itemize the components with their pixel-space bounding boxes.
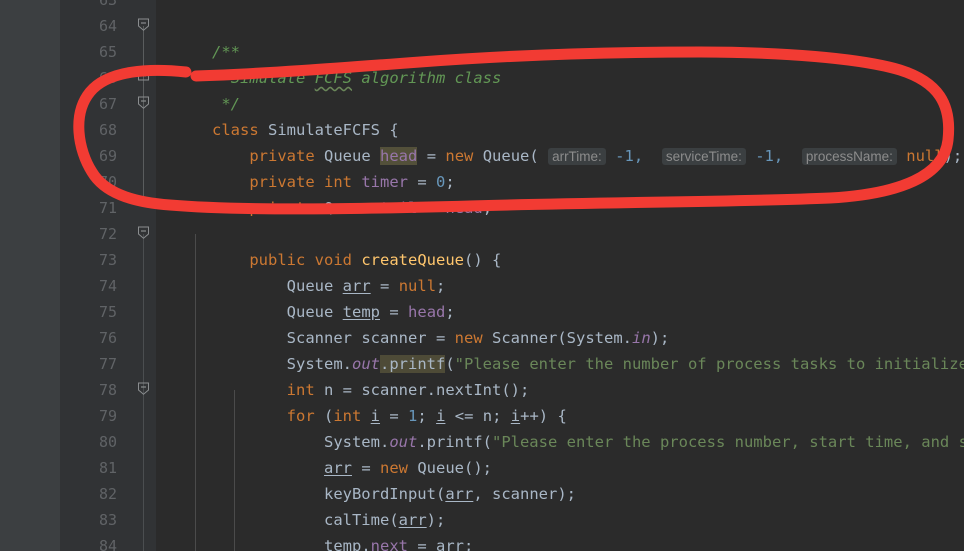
line-number: 65 bbox=[98, 43, 117, 61]
line-number: 75 bbox=[98, 303, 117, 321]
modifier-private: private bbox=[249, 199, 315, 217]
code-line-76[interactable]: System.out.printf("Please enter the numb… bbox=[156, 325, 964, 373]
code-line-83[interactable]: temp.next = arr; bbox=[156, 507, 473, 551]
vertical-scrollbar-track[interactable] bbox=[49, 0, 107, 551]
code-line-66[interactable]: */ bbox=[156, 65, 240, 113]
code-line-78[interactable]: for (int i = 1; i <= n; i++) { bbox=[156, 377, 567, 425]
line-number: 72 bbox=[98, 225, 117, 243]
line-number: 81 bbox=[98, 459, 117, 477]
param-hint-servicetime[interactable]: serviceTime: bbox=[661, 148, 746, 165]
code-line-68[interactable]: private Queue head = new Queue( arrTime:… bbox=[156, 117, 962, 165]
fold-end-icon-66[interactable] bbox=[137, 70, 150, 83]
arg-arrtime: -1, bbox=[615, 147, 644, 165]
code-line-73[interactable]: Queue arr = null; bbox=[156, 247, 446, 295]
code-line-70[interactable]: private Queue tail = head; bbox=[156, 169, 492, 217]
line-number: 70 bbox=[98, 173, 117, 191]
method-open-brace: { bbox=[492, 251, 502, 269]
line-number: 66 bbox=[98, 69, 117, 87]
line-number: 68 bbox=[98, 121, 117, 139]
code-line-81[interactable]: keyBordInput(arr, scanner); bbox=[156, 455, 576, 503]
javadoc-text-before: Simulate bbox=[230, 69, 315, 87]
fold-collapse-icon-78[interactable] bbox=[137, 382, 150, 395]
code-line-65[interactable]: *Simulate FCFS algorithm class bbox=[156, 39, 501, 87]
line-number: 71 bbox=[98, 199, 117, 217]
line-number: 79 bbox=[98, 407, 117, 425]
method-parens: () bbox=[464, 251, 483, 269]
fold-collapse-icon-72[interactable] bbox=[137, 226, 150, 239]
code-line-80[interactable]: arr = new Queue(); bbox=[156, 429, 492, 477]
code-folding-strip[interactable] bbox=[133, 0, 156, 551]
code-line-67[interactable]: class SimulateFCFS { bbox=[156, 91, 399, 139]
constructor-call-queue: Queue( bbox=[482, 147, 539, 165]
misspelled-word-fcfs[interactable]: FCFS bbox=[315, 69, 352, 87]
code-line-79[interactable]: System.out.printf("Please enter the proc… bbox=[156, 403, 964, 451]
line-number: 76 bbox=[98, 329, 117, 347]
line-number: 73 bbox=[98, 251, 117, 269]
arg-processname: null bbox=[906, 147, 944, 165]
line-number: 77 bbox=[98, 355, 117, 373]
assign-operator: = bbox=[426, 199, 437, 217]
stmt-close-68: ); bbox=[943, 147, 963, 165]
code-line-64[interactable]: /** bbox=[156, 13, 240, 61]
line-number: 84 bbox=[98, 537, 117, 551]
code-line-84[interactable]: temp = arr; bbox=[156, 533, 427, 551]
line-number: 83 bbox=[98, 511, 117, 529]
param-hint-processname[interactable]: processName: bbox=[801, 148, 897, 165]
line-number: 74 bbox=[98, 277, 117, 295]
code-line-82[interactable]: calTime(arr); bbox=[156, 481, 445, 529]
value-head[interactable]: head bbox=[445, 199, 482, 217]
code-line-75[interactable]: Scanner scanner = new Scanner(System.in)… bbox=[156, 299, 670, 347]
line-number: 78 bbox=[98, 381, 117, 399]
fold-collapse-icon-64[interactable] bbox=[137, 18, 150, 31]
code-line-69[interactable]: private int timer = 0; bbox=[156, 143, 454, 191]
javadoc-text-after: algorithm class bbox=[352, 69, 502, 87]
field-name-tail[interactable]: tail bbox=[380, 199, 417, 217]
fold-collapse-icon-67[interactable] bbox=[137, 96, 150, 109]
semicolon: ; bbox=[482, 199, 493, 217]
param-hint-arrtime[interactable]: arrTime: bbox=[548, 148, 606, 165]
line-number: 69 bbox=[98, 147, 117, 165]
code-line-72[interactable]: public void createQueue() { bbox=[156, 221, 501, 269]
line-number: 63 bbox=[98, 0, 117, 9]
line-number: 82 bbox=[98, 485, 117, 503]
editor-left-margin bbox=[0, 0, 49, 551]
code-line-77[interactable]: int n = scanner.nextInt(); bbox=[156, 351, 530, 399]
line-number: 67 bbox=[98, 95, 117, 113]
string-literal-prompt-count: "Please enter the number of process task… bbox=[454, 355, 964, 373]
editor-gutter[interactable]: 63 64 65 66 67 68 69 70 71 72 73 74 75 7… bbox=[60, 0, 176, 551]
code-editor-screenshot: 63 64 65 66 67 68 69 70 71 72 73 74 75 7… bbox=[0, 0, 964, 551]
type-queue: Queue bbox=[324, 199, 371, 217]
line-number: 80 bbox=[98, 433, 117, 451]
arg-servicetime: -1, bbox=[755, 147, 784, 165]
string-literal-prompt-process: "Please enter the process number, start … bbox=[491, 433, 964, 451]
code-text-area[interactable]: /** *Simulate FCFS algorithm class */ cl… bbox=[156, 0, 964, 551]
line-number: 64 bbox=[98, 17, 117, 35]
code-line-74[interactable]: Queue temp = head; bbox=[156, 273, 455, 321]
